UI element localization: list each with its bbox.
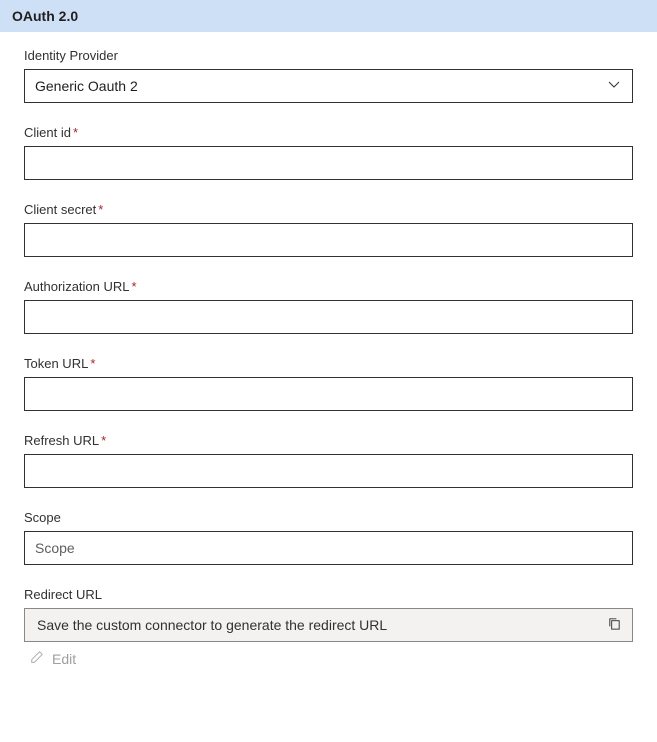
select-identity-provider[interactable] — [24, 69, 633, 103]
readonly-redirect-url: Save the custom connector to generate th… — [24, 608, 633, 642]
field-token-url: Token URL* — [24, 356, 633, 411]
edit-link[interactable]: Edit — [24, 650, 76, 667]
required-mark: * — [73, 125, 78, 140]
field-identity-provider: Identity Provider — [24, 48, 633, 103]
field-client-secret: Client secret* — [24, 202, 633, 257]
required-mark: * — [98, 202, 103, 217]
field-client-id: Client id* — [24, 125, 633, 180]
field-scope: Scope — [24, 510, 633, 565]
required-mark: * — [90, 356, 95, 371]
input-client-id[interactable] — [24, 146, 633, 180]
input-scope[interactable] — [24, 531, 633, 565]
input-authorization-url[interactable] — [24, 300, 633, 334]
redirect-url-text: Save the custom connector to generate th… — [37, 617, 596, 633]
label-redirect-url: Redirect URL — [24, 587, 633, 602]
label-client-secret: Client secret* — [24, 202, 633, 217]
label-authorization-url: Authorization URL* — [24, 279, 633, 294]
input-token-url[interactable] — [24, 377, 633, 411]
label-token-url: Token URL* — [24, 356, 633, 371]
copy-icon — [607, 616, 622, 634]
section-title: OAuth 2.0 — [12, 8, 78, 24]
required-mark: * — [132, 279, 137, 294]
input-client-secret[interactable] — [24, 223, 633, 257]
pencil-icon — [30, 650, 44, 667]
label-client-id: Client id* — [24, 125, 633, 140]
input-refresh-url[interactable] — [24, 454, 633, 488]
label-identity-provider: Identity Provider — [24, 48, 633, 63]
field-redirect-url: Redirect URL Save the custom connector t… — [24, 587, 633, 667]
edit-label: Edit — [52, 651, 76, 667]
label-refresh-url: Refresh URL* — [24, 433, 633, 448]
label-scope: Scope — [24, 510, 633, 525]
required-mark: * — [101, 433, 106, 448]
copy-button[interactable] — [603, 612, 626, 638]
field-refresh-url: Refresh URL* — [24, 433, 633, 488]
field-authorization-url: Authorization URL* — [24, 279, 633, 334]
oauth-form: Identity Provider Client id* Client secr… — [0, 32, 657, 681]
section-header: OAuth 2.0 — [0, 0, 657, 32]
select-identity-provider-wrap — [24, 69, 633, 103]
